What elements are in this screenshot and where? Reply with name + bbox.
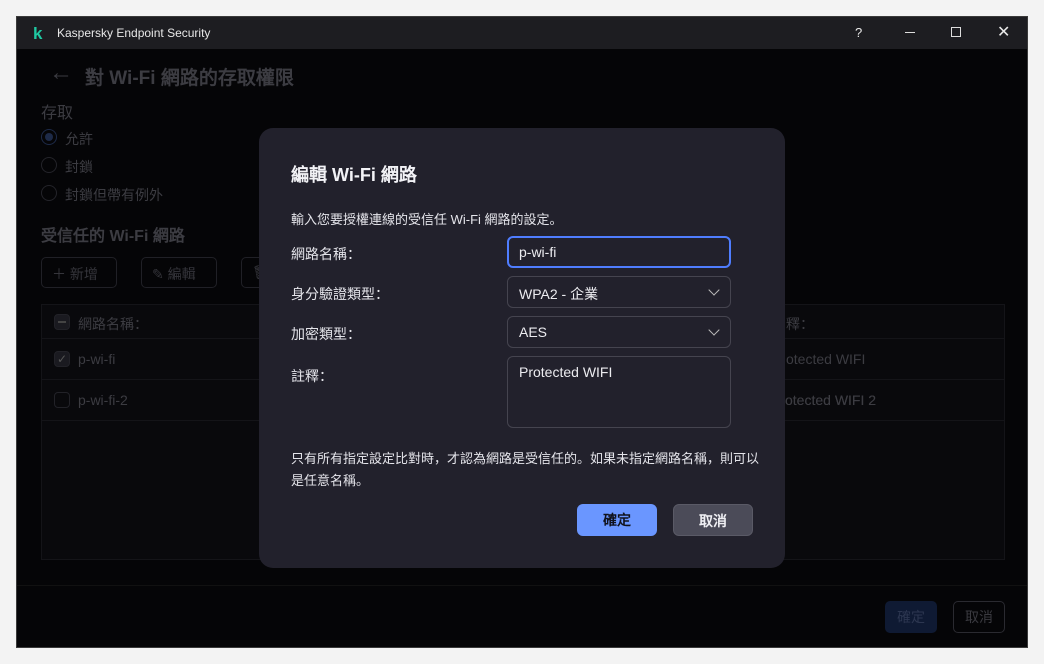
trusted-networks-heading: 受信任的 Wi-Fi 網路: [41, 222, 185, 246]
footer-divider: [17, 585, 1027, 586]
pencil-icon: ✎: [152, 266, 164, 282]
select-all-checkbox[interactable]: [54, 314, 70, 330]
radio-allow[interactable]: [41, 129, 57, 145]
dialog-ok-button[interactable]: 確定: [577, 504, 657, 536]
comment-textarea[interactable]: Protected WIFI: [507, 356, 731, 428]
dialog-note: 只有所有指定設定比對時，才認為網路是受信任的。如果未指定網路名稱，則可以是任意名…: [291, 448, 761, 492]
page-cancel-button[interactable]: 取消: [953, 601, 1005, 633]
edit-label: 編輯: [168, 266, 196, 282]
chevron-down-icon: [708, 284, 719, 295]
edit-wifi-dialog: 編輯 Wi-Fi 網路 輸入您要授權連線的受信任 Wi-Fi 網路的設定。 網路…: [259, 128, 785, 568]
row-comment-visible-part: otected WIFI 2: [785, 392, 876, 408]
close-button[interactable]: ✕: [997, 22, 1010, 42]
chevron-down-icon: [708, 324, 719, 335]
plus-icon: ＋: [52, 266, 66, 282]
column-header-name: 網路名稱：: [78, 314, 148, 334]
network-name-input[interactable]: p-wi-fi: [507, 236, 731, 268]
minimize-button[interactable]: [905, 32, 915, 33]
radio-allow-label: 允許: [65, 129, 93, 149]
edit-button[interactable]: ✎ 編輯: [141, 257, 217, 288]
title-bar: k Kaspersky Endpoint Security ? ✕: [17, 17, 1027, 49]
network-name-label: 網路名稱：: [291, 244, 361, 264]
help-button[interactable]: ?: [855, 25, 862, 40]
radio-block[interactable]: [41, 157, 57, 173]
encryption-type-value: AES: [519, 324, 547, 340]
page-title: 對 Wi-Fi 網路的存取權限: [85, 63, 294, 90]
kaspersky-logo-icon: k: [33, 24, 42, 44]
maximize-button[interactable]: [951, 27, 961, 37]
auth-type-label: 身分驗證類型：: [291, 284, 389, 304]
add-button[interactable]: ＋ 新增: [41, 257, 117, 288]
row-name: p-wi-fi-2: [78, 392, 128, 408]
row-comment: otected WIFI: [786, 351, 865, 367]
column-header-comment: 釋：: [786, 314, 814, 334]
access-label: 存取: [41, 99, 73, 123]
encryption-type-select[interactable]: AES: [507, 316, 731, 348]
add-label: 新增: [70, 266, 98, 282]
radio-block-except[interactable]: [41, 185, 57, 201]
back-arrow-icon[interactable]: ←: [49, 59, 73, 87]
row-checkbox[interactable]: ✓: [54, 351, 70, 367]
row-name: p-wi-fi: [78, 351, 115, 367]
auth-type-value: WPA2 - 企業: [519, 286, 598, 302]
page-ok-button[interactable]: 確定: [885, 601, 937, 633]
comment-label: 註釋：: [291, 366, 333, 386]
encryption-type-label: 加密類型：: [291, 324, 361, 344]
dialog-title: 編輯 Wi-Fi 網路: [291, 161, 417, 187]
radio-block-except-label: 封鎖但帶有例外: [65, 185, 163, 205]
app-title: Kaspersky Endpoint Security: [57, 26, 210, 40]
dialog-intro: 輸入您要授權連線的受信任 Wi-Fi 網路的設定。: [291, 209, 563, 228]
radio-block-label: 封鎖: [65, 157, 93, 177]
dialog-cancel-button[interactable]: 取消: [673, 504, 753, 536]
auth-type-select[interactable]: WPA2 - 企業: [507, 276, 731, 308]
row-checkbox[interactable]: [54, 392, 70, 408]
